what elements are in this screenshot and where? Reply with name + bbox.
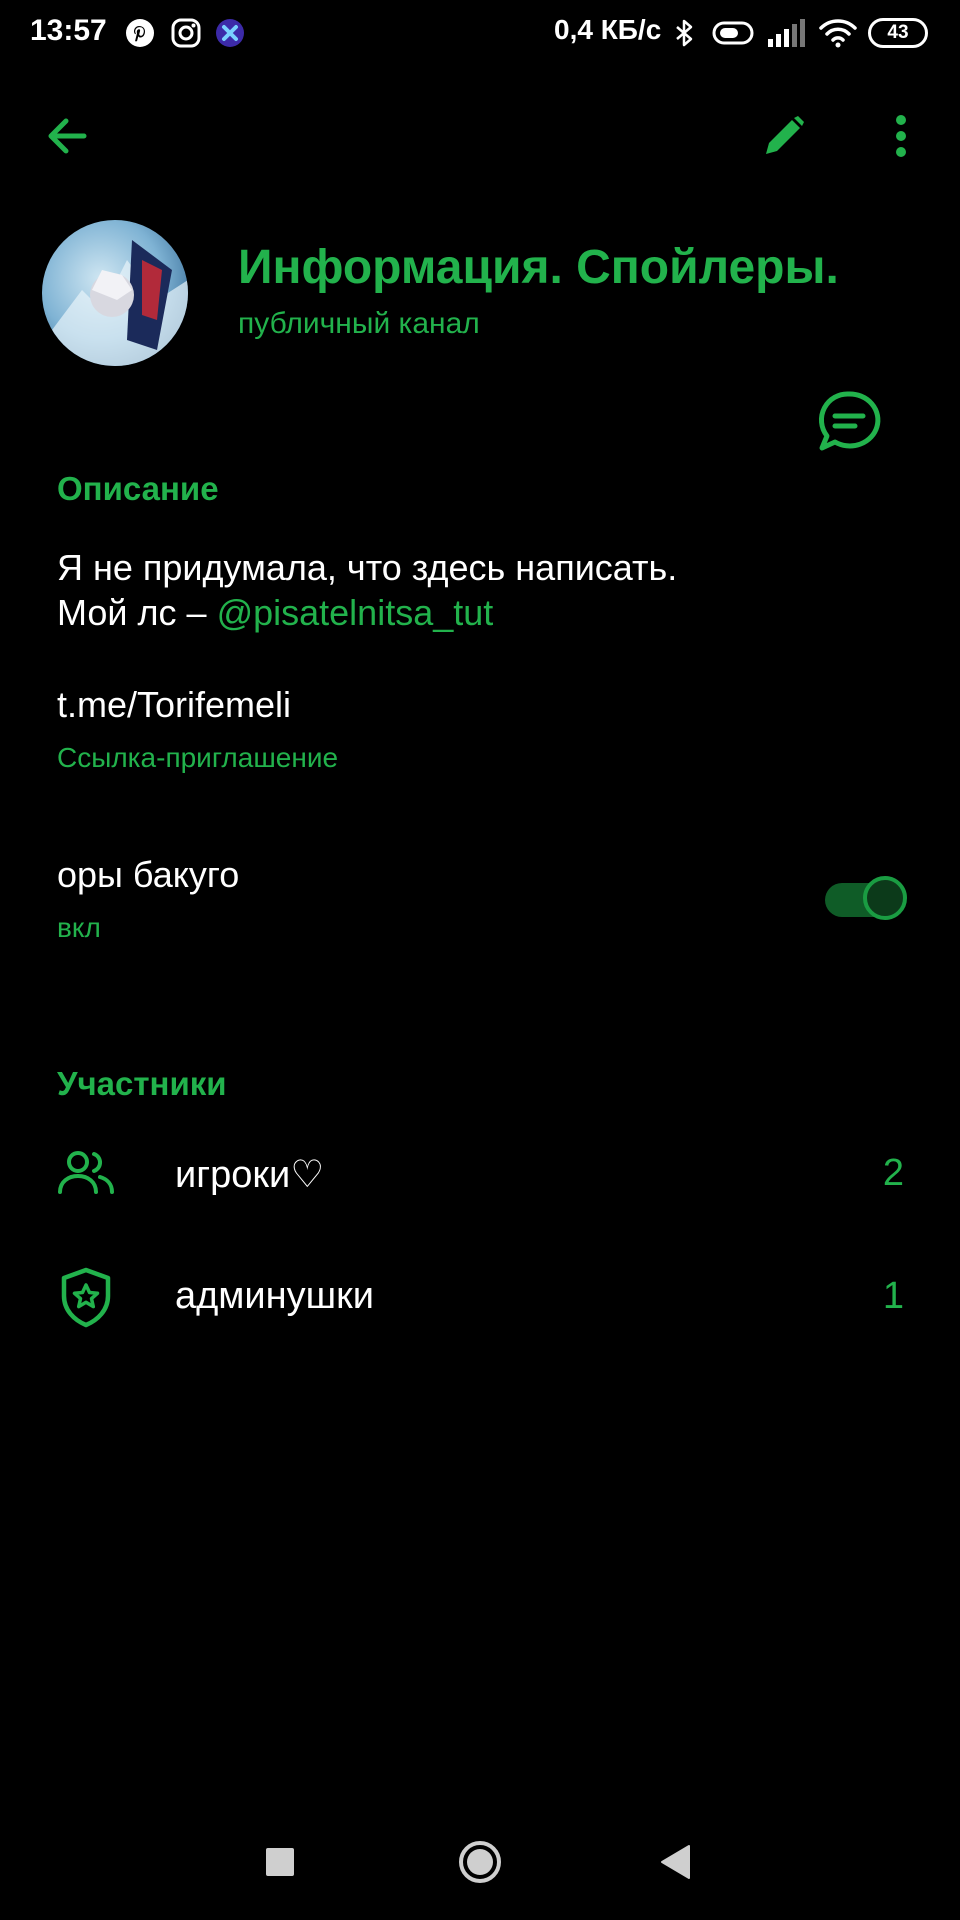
- more-button[interactable]: [869, 104, 933, 168]
- setting-state: вкл: [57, 912, 101, 943]
- nav-recents-button[interactable]: [250, 1832, 310, 1892]
- setting-toggle[interactable]: [825, 876, 909, 922]
- members-row-label: админушки: [175, 1275, 374, 1317]
- avatar[interactable]: [42, 220, 188, 366]
- discussion-button[interactable]: [815, 388, 883, 456]
- avatar-image: [42, 220, 188, 366]
- signal-icon: [768, 19, 805, 47]
- members-row-admins[interactable]: админушки 1: [0, 1243, 960, 1353]
- invite-link: t.me/Torifemeli: [57, 684, 292, 725]
- network-speed: 0,4 КБ/с: [554, 14, 662, 45]
- circle-icon: [459, 1841, 501, 1883]
- channel-title: Информация. Спойлеры.: [238, 241, 839, 294]
- instagram-icon: [171, 18, 201, 48]
- more-vert-icon: [896, 115, 906, 157]
- invite-link-label: Ссылка-приглашение: [57, 742, 339, 773]
- battery-icon: 43: [868, 18, 928, 48]
- nav-home-button[interactable]: [450, 1832, 510, 1892]
- admin-shield-icon: [61, 1267, 111, 1328]
- square-icon: [266, 1848, 294, 1876]
- edit-pencil-icon: [766, 116, 804, 154]
- description-section-title: Описание: [57, 470, 219, 507]
- channel-subtitle: публичный канал: [238, 307, 480, 340]
- description-line1: Я не придумала, что здесь написать.: [57, 547, 678, 588]
- mention-link[interactable]: @pisatelnitsa_tut: [217, 592, 494, 633]
- invite-link-row[interactable]: t.me/Torifemeli Ссылка-приглашение: [0, 670, 960, 780]
- description-text: Я не придумала, что здесь написать. Мой …: [57, 545, 677, 635]
- members-row-count: 2: [882, 1152, 904, 1194]
- edit-button[interactable]: [752, 104, 816, 168]
- status-bar: 13:57 0,4 КБ/с 43: [0, 0, 960, 70]
- members-row-players[interactable]: игроки♡ 2: [0, 1120, 960, 1230]
- setting-title: оры бакуго: [57, 854, 240, 895]
- alarm-icon: [712, 21, 754, 45]
- members-row-label: игроки♡: [175, 1154, 325, 1196]
- wifi-icon: [819, 19, 857, 48]
- toggle-thumb: [863, 876, 907, 920]
- back-button[interactable]: [35, 104, 99, 168]
- nav-back-button[interactable]: [645, 1832, 705, 1892]
- setting-row[interactable]: оры бакуго вкл: [0, 840, 960, 950]
- bluetooth-icon: [676, 19, 693, 47]
- members-row-count: 1: [882, 1275, 904, 1317]
- status-time: 13:57: [30, 14, 107, 47]
- chat-bubble-icon: [818, 391, 881, 451]
- members-section-title: Участники: [57, 1065, 227, 1102]
- people-icon: [58, 1151, 114, 1194]
- app-icon: [216, 19, 244, 47]
- description-line2: Мой лс – @pisatelnitsa_tut: [57, 590, 677, 635]
- back-arrow-icon: [48, 118, 87, 154]
- description-line2-prefix: Мой лс –: [57, 592, 217, 633]
- pinterest-icon: [126, 19, 154, 47]
- triangle-back-icon: [661, 1845, 690, 1879]
